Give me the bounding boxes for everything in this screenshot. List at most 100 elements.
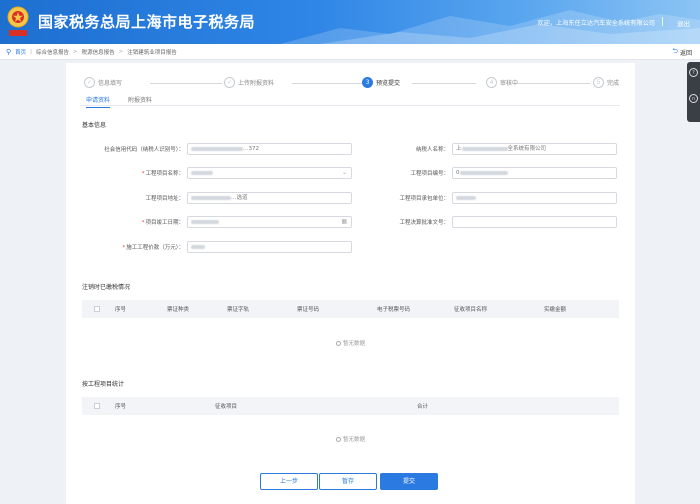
header-divider bbox=[662, 17, 663, 26]
field-value: 0 bbox=[456, 170, 460, 176]
step-reviewing: 4 审核中 bbox=[486, 77, 518, 88]
column-header: 票证字轨 bbox=[227, 307, 250, 313]
step-number-badge: 3 bbox=[362, 77, 373, 88]
breadcrumb-item: 注销建筑业项目报告 bbox=[127, 50, 177, 56]
check-icon: ✓ bbox=[84, 77, 95, 88]
tab-application-materials[interactable]: 申请资料 bbox=[86, 95, 111, 108]
breadcrumb-bar: ⚲ 首页 | 综合信息报告 > 税源信息报告 > 注销建筑业项目报告 ⮌ 返回 bbox=[0, 44, 700, 60]
column-header: 征收项目名称 bbox=[454, 307, 488, 313]
field-settlement-doc: 工程决算批准文号： bbox=[366, 216, 617, 228]
table-header: 序号 征收项目 合计 bbox=[82, 397, 619, 415]
section-title-paid-tax: 注销时已缴税情况 bbox=[82, 284, 131, 291]
select-all-checkbox[interactable] bbox=[94, 306, 100, 312]
field-credit-code: 社会信用代码（纳税人识别号）： …372 bbox=[68, 143, 352, 155]
info-icon bbox=[336, 340, 341, 346]
column-header: 票证种类 bbox=[167, 307, 190, 313]
site-header: 国家税务总局上海市电子税务局 欢迎，上海东任立达汽车安全系统有限公司 退出 bbox=[0, 0, 700, 44]
field-value-suffix: 全系统有限公司 bbox=[507, 146, 547, 152]
headset-icon[interactable]: ∩ bbox=[689, 94, 698, 103]
step-label: 审核中 bbox=[500, 80, 519, 87]
redacted-text bbox=[191, 195, 231, 200]
required-mark: * bbox=[122, 245, 126, 251]
redacted-text bbox=[191, 244, 205, 249]
redacted-text bbox=[459, 170, 508, 175]
contract-parties-input[interactable] bbox=[452, 192, 617, 204]
field-label: *工程项目名称： bbox=[68, 169, 184, 177]
field-label: 社会信用代码（纳税人识别号）： bbox=[104, 147, 184, 153]
check-icon: ✓ bbox=[224, 77, 235, 88]
field-label-text: 施工工程价款（万元）： bbox=[126, 245, 184, 251]
step-info-fill: ✓ 信息填写 bbox=[84, 77, 122, 88]
redacted-text bbox=[456, 195, 476, 200]
tax-bureau-emblem-icon bbox=[6, 4, 30, 38]
project-address-input[interactable]: …选道 bbox=[187, 192, 352, 204]
info-icon bbox=[336, 436, 341, 442]
breadcrumb: ⚲ 首页 | 综合信息报告 > 税源信息报告 > 注销建筑业项目报告 bbox=[6, 48, 177, 56]
back-button[interactable]: ⮌ 返回 bbox=[672, 47, 692, 58]
calendar-icon: ▦ bbox=[341, 218, 347, 225]
construction-price-input[interactable] bbox=[187, 241, 352, 253]
column-header: 征收项目 bbox=[215, 404, 238, 410]
back-arrow-icon: ⮌ bbox=[672, 47, 678, 55]
field-label: *项目竣工日期： bbox=[68, 218, 184, 226]
step-upload: ✓ 上传附报资料 bbox=[224, 77, 274, 88]
step-connector bbox=[150, 83, 222, 84]
project-no-input[interactable]: 0 bbox=[452, 167, 617, 179]
project-name-input[interactable]: ⌄ bbox=[187, 167, 352, 179]
column-header: 序号 bbox=[115, 404, 127, 410]
field-value-prefix: 上 bbox=[456, 146, 462, 152]
project-stats-table: 序号 征收项目 合计 bbox=[82, 397, 619, 415]
field-label: *施工工程价款（万元）： bbox=[68, 243, 184, 251]
step-complete: 5 完成 bbox=[593, 77, 619, 88]
help-icon[interactable]: ? bbox=[689, 68, 698, 77]
save-draft-button[interactable]: 暂存 bbox=[319, 473, 377, 490]
field-label-text: 工程项目名称： bbox=[145, 171, 184, 177]
breadcrumb-item[interactable]: 税源信息报告 bbox=[82, 48, 115, 56]
column-header: 合计 bbox=[417, 404, 429, 410]
breadcrumb-home[interactable]: 首页 bbox=[15, 48, 26, 56]
breadcrumb-item[interactable]: 综合信息报告 bbox=[36, 48, 69, 56]
location-pin-icon: ⚲ bbox=[6, 48, 12, 56]
chevron-down-icon: ⌄ bbox=[341, 169, 347, 176]
main-panel: ✓ 信息填写 ✓ 上传附报资料 3 预览提交 4 审核中 5 完成 申请资料 附… bbox=[66, 63, 635, 504]
table-header: 序号 票证种类 票证字轨 票证号码 电子税票号码 征收项目名称 实缴金额 bbox=[82, 300, 619, 318]
redacted-text bbox=[191, 146, 243, 151]
settlement-doc-input[interactable] bbox=[452, 216, 617, 228]
redacted-text bbox=[191, 219, 219, 224]
credit-code-input[interactable]: …372 bbox=[187, 143, 352, 155]
breadcrumb-separator: > bbox=[73, 49, 78, 55]
step-label: 上传附报资料 bbox=[238, 80, 275, 87]
field-label: 工程项目承包单位： bbox=[399, 196, 449, 202]
field-project-address: 工程项目地址： …选道 bbox=[68, 192, 352, 204]
field-label-text: 项目竣工日期： bbox=[145, 220, 184, 226]
column-header: 实缴金额 bbox=[544, 307, 567, 313]
progress-stepper: ✓ 信息填写 ✓ 上传附报资料 3 预览提交 4 审核中 5 完成 bbox=[82, 77, 622, 91]
step-number-badge: 5 bbox=[593, 77, 604, 88]
section-title-basic-info: 基本信息 bbox=[82, 122, 107, 129]
field-contract-parties: 工程项目承包单位： bbox=[366, 192, 617, 204]
field-value: …选道 bbox=[231, 195, 248, 201]
submit-button[interactable]: 提交 bbox=[380, 473, 438, 490]
paid-tax-table: 序号 票证种类 票证字轨 票证号码 电子税票号码 征收项目名称 实缴金额 bbox=[82, 300, 619, 318]
tab-attached-materials[interactable]: 附报资料 bbox=[128, 95, 152, 108]
step-preview-submit: 3 预览提交 bbox=[362, 77, 400, 88]
logout-link[interactable]: 退出 bbox=[677, 18, 690, 28]
step-number-badge: 4 bbox=[486, 77, 497, 88]
step-connector bbox=[292, 83, 366, 84]
step-label: 预览提交 bbox=[376, 80, 401, 87]
column-header: 电子税票号码 bbox=[377, 307, 411, 313]
completion-date-input[interactable]: ▦ bbox=[187, 216, 352, 228]
back-label: 返回 bbox=[679, 50, 692, 57]
tab-bar: 申请资料 附报资料 bbox=[86, 95, 152, 108]
field-project-name: *工程项目名称： ⌄ bbox=[68, 167, 352, 179]
select-all-checkbox[interactable] bbox=[94, 403, 100, 409]
breadcrumb-separator: > bbox=[118, 49, 124, 55]
empty-state: 暂无数据 bbox=[336, 435, 365, 443]
step-connector bbox=[412, 83, 476, 84]
tab-underline bbox=[80, 105, 620, 106]
prev-step-button[interactable]: 上一步 bbox=[260, 473, 318, 490]
redacted-text bbox=[461, 146, 508, 151]
taxpayer-name-input[interactable]: 上 全系统有限公司 bbox=[452, 143, 617, 155]
step-label: 完成 bbox=[607, 80, 620, 87]
field-completion-date: *项目竣工日期： ▦ bbox=[68, 216, 352, 228]
